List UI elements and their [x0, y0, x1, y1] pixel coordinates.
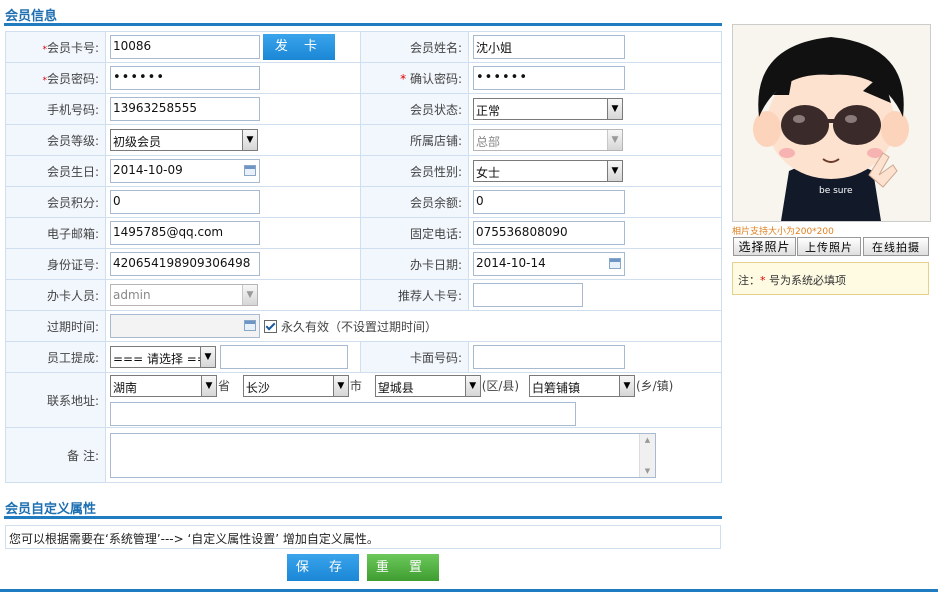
chevron-down-icon: ▼ [464, 375, 480, 396]
points-input[interactable]: 0 [110, 190, 260, 214]
gender-select[interactable]: 女士 ▼ [473, 160, 623, 182]
password-label: *会员密码: [5, 62, 106, 94]
confirm-password-label: * 确认密码: [360, 62, 469, 94]
calendar-icon[interactable] [244, 165, 256, 176]
issue-card-button[interactable]: 发 卡 [263, 34, 335, 60]
idcard-label: 身份证号: [5, 248, 106, 280]
online-shoot-button[interactable]: 在线拍摄 [863, 237, 929, 256]
store-select: 总部 ▼ [473, 129, 623, 151]
points-label: 会员积分: [5, 186, 106, 218]
town-unit: (乡/镇) [635, 379, 674, 393]
required-note: 注：* 号为系统必填项 [732, 262, 929, 295]
chevron-down-icon: ▼ [200, 347, 215, 367]
commission-select[interactable]: === 请选择 === ▼ [110, 346, 216, 368]
section-divider [4, 516, 722, 519]
issue-date-label: 办卡日期: [360, 248, 469, 280]
select-photo-button[interactable]: 选择照片 [733, 237, 796, 256]
chevron-down-icon: ▼ [242, 130, 257, 150]
section-divider [4, 23, 722, 26]
mobile-input[interactable]: 13963258555 [110, 97, 260, 121]
town-select[interactable]: 白箬铺镇 ▼ [528, 374, 635, 397]
operator-select: admin ▼ [110, 284, 258, 306]
province-select[interactable]: 湖南 ▼ [110, 374, 217, 397]
chevron-down-icon: ▼ [607, 99, 622, 119]
save-button[interactable]: 保 存 [287, 554, 359, 581]
forever-checkbox[interactable] [264, 319, 277, 333]
face-no-input[interactable] [473, 345, 625, 369]
name-input[interactable]: 沈小姐 [473, 35, 625, 59]
password-input[interactable]: •••••• [110, 66, 260, 90]
chevron-down-icon: ▼ [618, 375, 634, 396]
county-unit: (区/县) [481, 379, 520, 393]
phone-label: 固定电话: [360, 217, 469, 249]
reset-button[interactable]: 重 置 [367, 554, 439, 581]
idcard-input[interactable]: 420654198909306498 [110, 252, 260, 276]
calendar-icon [244, 320, 256, 331]
status-select[interactable]: 正常 ▼ [473, 98, 623, 120]
confirm-password-input[interactable]: •••••• [473, 66, 625, 90]
chevron-down-icon: ▼ [607, 130, 622, 150]
referrer-label: 推荐人卡号: [360, 279, 469, 311]
card-no-label: *会员卡号: [5, 31, 106, 63]
card-no-input[interactable]: 10086 [110, 35, 260, 59]
email-input[interactable]: 1495785@qq.com [110, 221, 260, 245]
name-label: 会员姓名: [360, 31, 469, 63]
chevron-down-icon: ▼ [332, 375, 348, 396]
photo-size-hint: 相片支持大小为200*200 [732, 227, 834, 237]
face-no-label: 卡面号码: [360, 341, 469, 373]
balance-label: 会员余额: [360, 186, 469, 218]
city-select[interactable]: 长沙 ▼ [242, 374, 349, 397]
chevron-down-icon: ▼ [242, 285, 257, 305]
store-label: 所属店铺: [360, 124, 469, 156]
custom-attr-info: 您可以根据需要在‘系统管理’---> ‘自定义属性设置’ 增加自定义属性。 [5, 525, 721, 549]
birthday-label: 会员生日: [5, 155, 106, 187]
referrer-input[interactable] [473, 283, 583, 307]
email-label: 电子邮箱: [5, 217, 106, 249]
remark-label: 备 注: [5, 427, 106, 483]
chevron-down-icon: ▼ [201, 375, 216, 396]
balance-input[interactable]: 0 [473, 190, 625, 214]
textarea-scrollbar[interactable]: ▲ ▼ [639, 433, 655, 477]
forever-label: 永久有效（不设置过期时间） [281, 319, 438, 334]
upload-photo-button[interactable]: 上传照片 [797, 237, 861, 256]
mobile-label: 手机号码: [5, 93, 106, 125]
member-form: *会员卡号: 10086 发 卡 会员姓名: 沈小姐 *会员密码: •••••• … [5, 31, 722, 483]
province-unit: 省 [218, 379, 231, 393]
section-title-custom-attrs: 会员自定义属性 [5, 502, 97, 517]
address-detail-input[interactable] [110, 401, 576, 426]
commission-input[interactable] [220, 345, 348, 369]
county-select[interactable]: 望城县 ▼ [374, 374, 481, 397]
chevron-down-icon: ▼ [607, 161, 622, 181]
expire-input [110, 314, 260, 338]
address-label: 联系地址: [5, 372, 106, 428]
remark-textarea[interactable]: ▲ ▼ [110, 432, 656, 478]
calendar-icon[interactable] [609, 258, 621, 269]
city-unit: 市 [349, 379, 362, 393]
operator-label: 办卡人员: [5, 279, 106, 311]
svg-text:be sure: be sure [819, 186, 853, 196]
member-photo: be sure [732, 24, 931, 222]
phone-input[interactable]: 075536808090 [473, 221, 625, 245]
issue-date-input[interactable]: 2014-10-14 [473, 252, 625, 276]
section-title-member-info: 会员信息 [5, 9, 58, 24]
gender-label: 会员性别: [360, 155, 469, 187]
birthday-input[interactable]: 2014-10-09 [110, 159, 260, 183]
expire-label: 过期时间: [5, 310, 106, 342]
commission-label: 员工提成: [5, 341, 106, 373]
status-label: 会员状态: [360, 93, 469, 125]
level-select[interactable]: 初级会员 ▼ [110, 129, 258, 151]
level-label: 会员等级: [5, 124, 106, 156]
